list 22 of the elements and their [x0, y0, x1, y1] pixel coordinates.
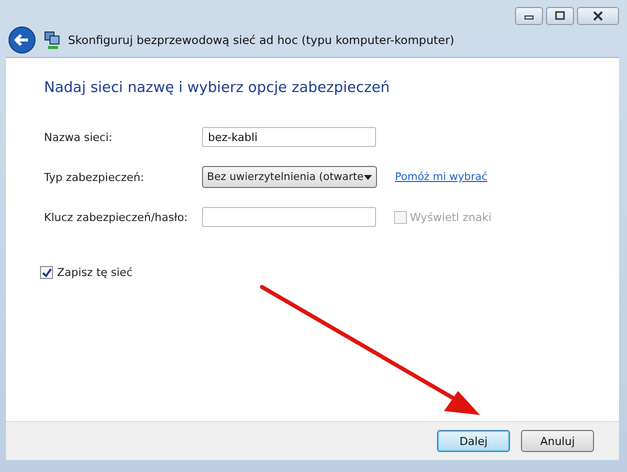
back-button[interactable]: [8, 26, 36, 54]
maximize-button[interactable]: [546, 7, 574, 25]
network-icon: [44, 31, 60, 49]
checkbox-label: Zapisz tę sieć: [57, 266, 132, 279]
minimize-button[interactable]: [515, 7, 543, 25]
maximize-icon: [554, 11, 566, 21]
network-name-field[interactable]: bez-kabli: [202, 127, 376, 147]
security-type-dropdown[interactable]: Bez uwierzytelnienia (otwarte: [202, 166, 377, 188]
checkbox-label: Wyświetl znaki: [410, 210, 492, 224]
help-link[interactable]: Pomóż mi wybrać: [395, 171, 488, 183]
cancel-button[interactable]: Anuluj: [521, 430, 594, 452]
page-heading: Nadaj sieci nazwę i wybierz opcje zabezpieczeń: [44, 80, 391, 96]
field-label: Nazwa sieci:: [44, 130, 114, 144]
field-label: Klucz zabezpieczeń/hasło:: [44, 210, 189, 224]
close-icon: [591, 11, 605, 21]
window-title: Skonfiguruj bezprzewodową sieć ad hoc (typu komputer-komputer): [68, 33, 454, 47]
close-button[interactable]: [577, 7, 619, 25]
caret-icon: [364, 174, 372, 180]
field-label: Typ zabezpieczeń:: [44, 170, 146, 184]
key-field[interactable]: [202, 207, 376, 227]
save-network-checkbox[interactable]: [40, 266, 53, 279]
next-button[interactable]: Dalej: [437, 430, 510, 452]
